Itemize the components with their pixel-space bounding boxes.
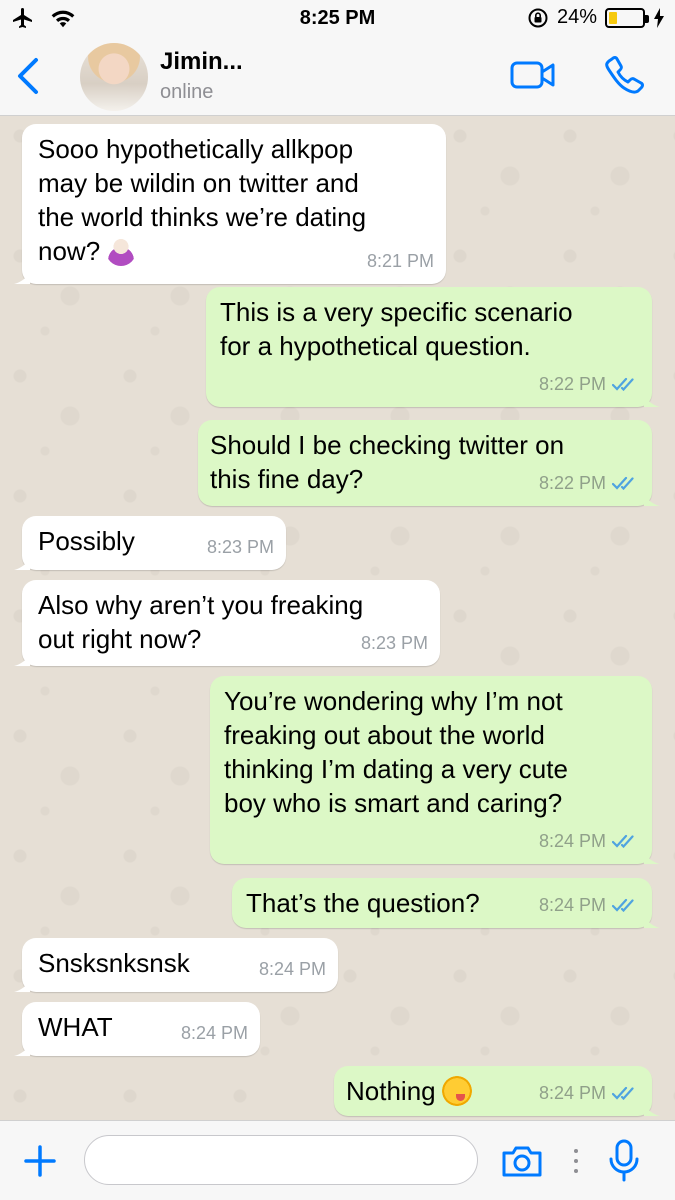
message-time: 8:24 PM — [538, 895, 606, 915]
chevron-left-icon — [18, 58, 38, 94]
contact-status: online — [160, 81, 214, 103]
video-call-button[interactable] — [510, 58, 556, 92]
outgoing-message[interactable]: You’re wondering why I’m not freaking ou… — [210, 676, 660, 864]
microphone-icon — [609, 1139, 639, 1182]
message-time: 8:24 PM — [180, 1023, 248, 1043]
message-meta: 8:22 PM — [539, 466, 638, 500]
video-camera-icon — [510, 61, 555, 89]
message-time: 8:24 PM — [538, 831, 606, 851]
more-button[interactable] — [570, 1145, 582, 1177]
message-meta: 8:24 PM — [181, 1016, 248, 1050]
message-input[interactable] — [84, 1135, 478, 1185]
camera-icon — [502, 1146, 542, 1177]
message-text: You’re wondering why I’m not freaking ou… — [224, 686, 568, 818]
message-meta: 8:24 PM — [259, 952, 326, 986]
message-meta: 8:21 PM — [367, 244, 434, 278]
woman-shrugging-emoji — [106, 236, 137, 266]
status-bar: 8:25 PM 24% — [0, 0, 675, 38]
double-check-icon — [612, 1086, 634, 1100]
plus-icon — [24, 1145, 56, 1177]
message-meta: 8:24 PM — [539, 888, 638, 922]
battery-percent: 24% — [556, 6, 597, 28]
message-meta: 8:24 PM — [539, 1076, 638, 1110]
message-time: 8:24 PM — [258, 959, 326, 979]
phone-icon — [605, 56, 644, 94]
back-button[interactable] — [12, 56, 46, 96]
voice-call-button[interactable] — [602, 54, 646, 98]
battery-icon — [605, 7, 649, 28]
more-icon — [574, 1149, 578, 1173]
input-bar — [0, 1120, 675, 1200]
battery-fill — [609, 11, 617, 24]
message-time: 8:22 PM — [538, 473, 606, 493]
incoming-message[interactable]: Snsksnksnsk 8:24 PM — [14, 938, 338, 992]
message-time: 8:23 PM — [206, 537, 274, 557]
chat-header: Jimin... online — [0, 38, 675, 116]
orientation-lock-icon — [528, 8, 548, 27]
message-time: 8:23 PM — [360, 633, 428, 653]
message-time: 8:21 PM — [366, 251, 434, 271]
contact-name[interactable]: Jimin... — [160, 48, 243, 76]
double-check-icon — [612, 834, 634, 848]
incoming-message[interactable]: Possibly 8:23 PM — [14, 516, 286, 570]
message-meta: 8:24 PM — [539, 824, 638, 858]
message-time: 8:22 PM — [538, 374, 606, 394]
message-meta: 8:23 PM — [361, 626, 428, 660]
double-check-icon — [612, 898, 634, 912]
outgoing-message[interactable]: Should I be checking twitter on this fin… — [198, 420, 660, 506]
charging-icon — [654, 7, 664, 28]
double-check-icon — [612, 377, 634, 391]
message-meta: 8:22 PM — [539, 367, 638, 401]
camera-button[interactable] — [500, 1143, 544, 1179]
outgoing-message[interactable]: That’s the question? 8:24 PM — [232, 878, 660, 928]
double-check-icon — [612, 476, 634, 490]
incoming-message[interactable]: Also why aren’t you freaking out right n… — [14, 580, 440, 666]
outgoing-message[interactable]: This is a very specific scenario for a h… — [206, 287, 660, 407]
outgoing-message[interactable]: Nothing 8:24 PM — [334, 1066, 660, 1116]
attach-button[interactable] — [22, 1143, 58, 1179]
incoming-message[interactable]: WHAT 8:24 PM — [14, 1002, 260, 1056]
status-right: 24% — [527, 6, 665, 29]
message-time: 8:24 PM — [538, 1083, 606, 1103]
incoming-message[interactable]: Sooo hypothetically allkpop may be wildi… — [14, 124, 446, 284]
chat-area[interactable]: Sooo hypothetically allkpop may be wildi… — [0, 116, 675, 1120]
message-text: This is a very specific scenario for a h… — [220, 297, 573, 361]
microphone-button[interactable] — [606, 1137, 642, 1185]
face-savoring-food-emoji — [441, 1076, 472, 1106]
message-meta: 8:23 PM — [207, 530, 274, 564]
avatar[interactable] — [80, 43, 148, 111]
